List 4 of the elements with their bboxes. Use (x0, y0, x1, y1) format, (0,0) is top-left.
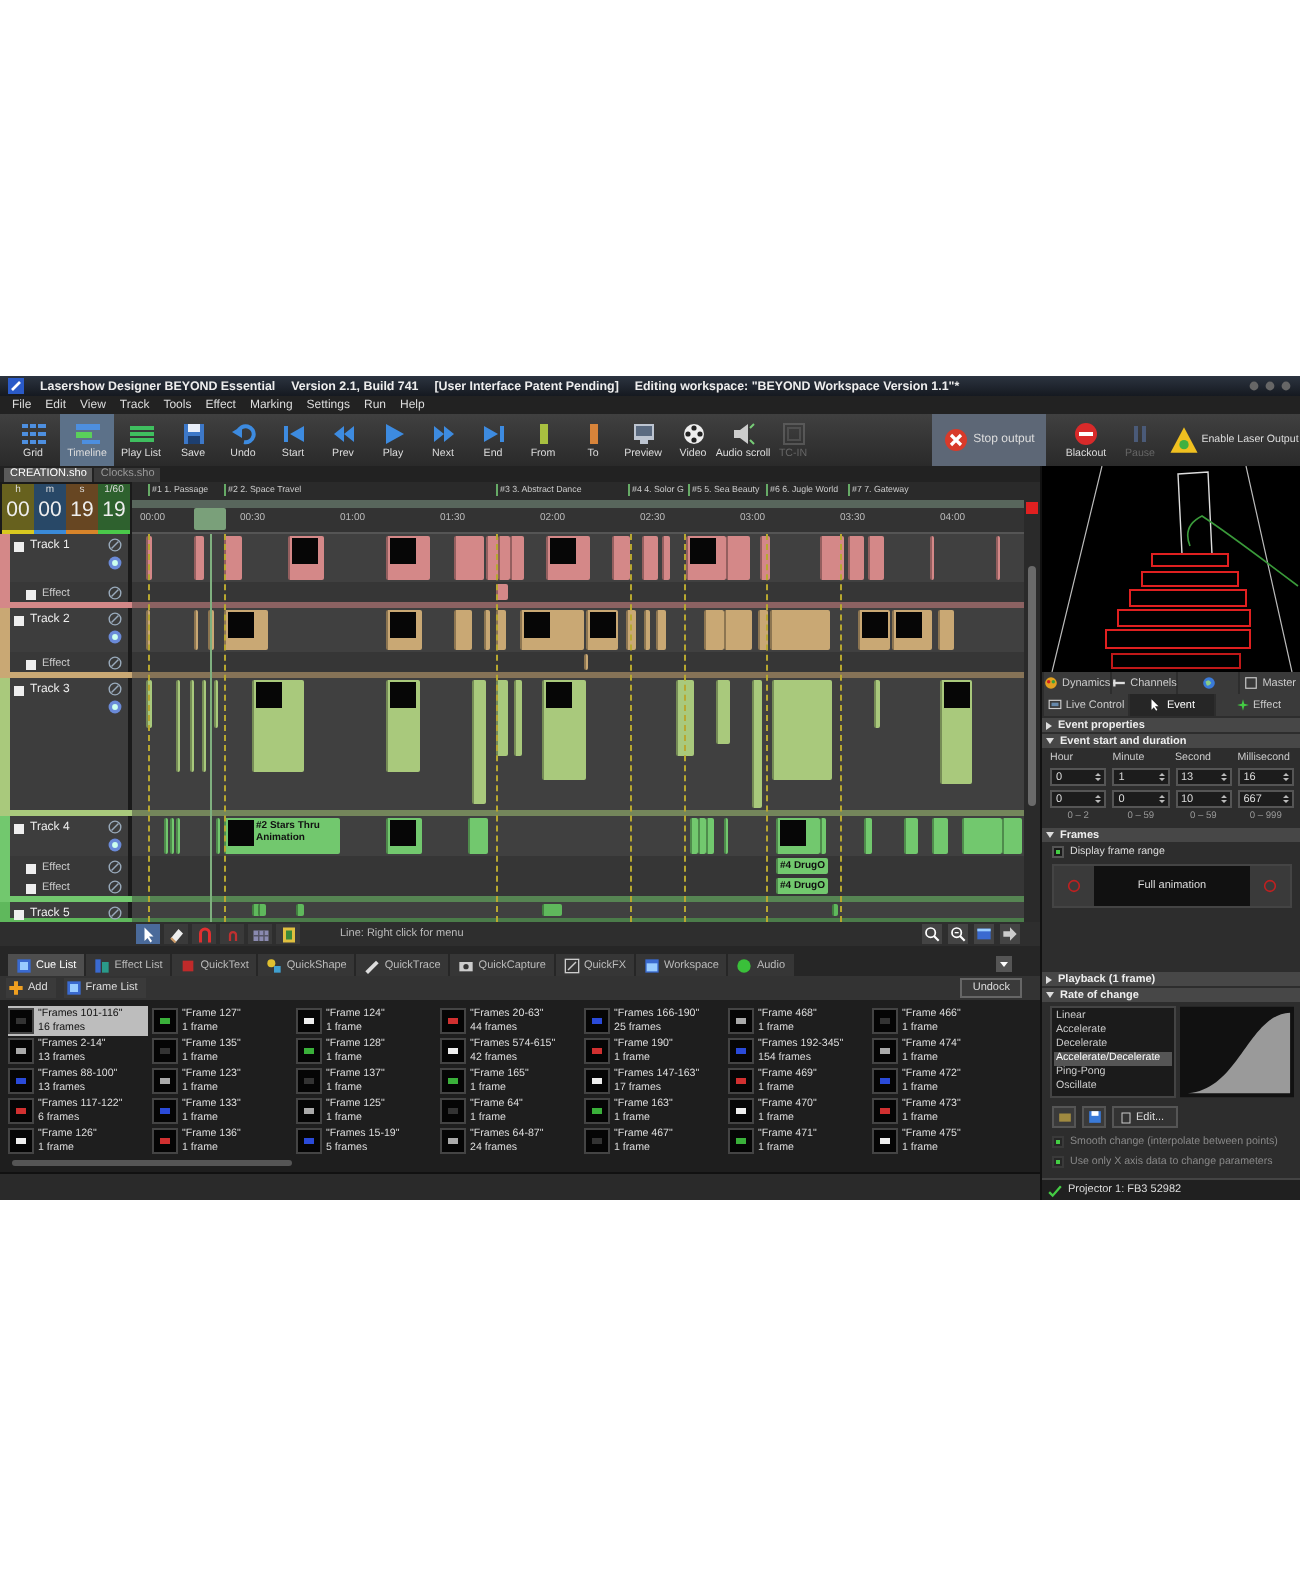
timecode-value: 00 (38, 498, 62, 524)
timecode-value: 00 (6, 498, 30, 524)
timecode-value: 19 (102, 498, 126, 524)
timecode-value: 19 (70, 498, 94, 524)
